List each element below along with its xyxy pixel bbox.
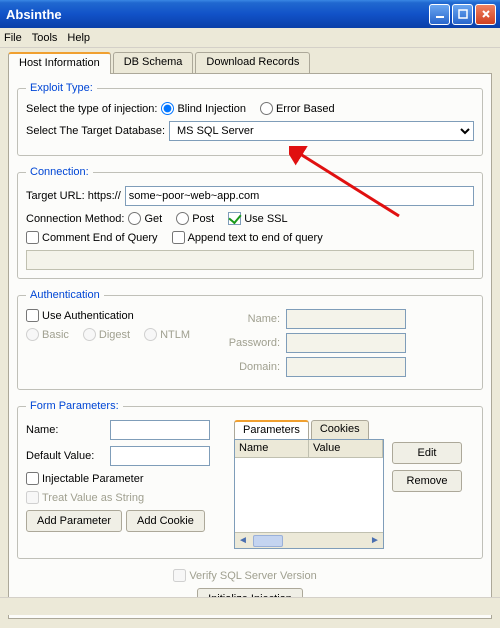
connection-method-label: Connection Method:	[26, 213, 124, 225]
scroll-right-icon[interactable]: ►	[367, 534, 383, 548]
edit-button[interactable]: Edit	[392, 442, 462, 464]
minimize-button[interactable]	[429, 4, 450, 25]
auth-name-label: Name:	[220, 313, 280, 325]
scroll-thumb[interactable]	[253, 535, 283, 547]
query-text-area[interactable]	[26, 250, 474, 270]
fp-default-label: Default Value:	[26, 450, 106, 462]
target-url-label: Target URL: https://	[26, 190, 121, 202]
col-name[interactable]: Name	[235, 440, 309, 457]
col-value[interactable]: Value	[309, 440, 383, 457]
exploit-legend: Exploit Type:	[26, 82, 97, 94]
error-based-radio[interactable]: Error Based	[260, 102, 335, 115]
menu-file[interactable]: File	[4, 32, 22, 44]
maximize-button[interactable]	[452, 4, 473, 25]
parameters-listview[interactable]: Name Value ◄ ►	[234, 439, 384, 549]
auth-name-input	[286, 309, 406, 329]
injectable-checkbox[interactable]: Injectable Parameter	[26, 472, 144, 485]
blind-injection-radio[interactable]: Blind Injection	[161, 102, 246, 115]
menubar: File Tools Help	[0, 28, 500, 48]
tab-db-schema[interactable]: DB Schema	[113, 52, 194, 74]
target-db-label: Select The Target Database:	[26, 125, 165, 137]
fp-legend: Form Parameters:	[26, 400, 123, 412]
tab-panel: Exploit Type: Select the type of injecti…	[8, 73, 492, 619]
close-button[interactable]	[475, 4, 496, 25]
use-auth-checkbox[interactable]: Use Authentication	[26, 309, 134, 322]
target-database-select[interactable]: MS SQL Server	[169, 121, 474, 141]
statusbar	[0, 597, 500, 615]
tab-host-information[interactable]: Host Information	[8, 52, 111, 74]
auth-domain-input	[286, 357, 406, 377]
form-parameters-group: Form Parameters: Name: Default Value: In…	[17, 400, 483, 559]
treat-string-checkbox: Treat Value as String	[26, 491, 144, 504]
ntlm-radio: NTLM	[144, 328, 190, 341]
auth-legend: Authentication	[26, 289, 104, 301]
injection-type-label: Select the type of injection:	[26, 103, 157, 115]
add-parameter-button[interactable]: Add Parameter	[26, 510, 122, 532]
get-radio[interactable]: Get	[128, 212, 162, 225]
connection-legend: Connection:	[26, 166, 93, 178]
append-text-checkbox[interactable]: Append text to end of query	[172, 231, 323, 244]
auth-password-input	[286, 333, 406, 353]
auth-password-label: Password:	[220, 337, 280, 349]
authentication-group: Authentication Use Authentication Basic …	[17, 289, 483, 390]
exploit-type-group: Exploit Type: Select the type of injecti…	[17, 82, 483, 156]
tab-download-records[interactable]: Download Records	[195, 52, 310, 74]
use-ssl-checkbox[interactable]: Use SSL	[228, 212, 287, 225]
tab-cookies[interactable]: Cookies	[311, 420, 369, 440]
post-radio[interactable]: Post	[176, 212, 214, 225]
menu-tools[interactable]: Tools	[32, 32, 58, 44]
titlebar: Absinthe	[0, 0, 500, 28]
add-cookie-button[interactable]: Add Cookie	[126, 510, 205, 532]
scroll-left-icon[interactable]: ◄	[235, 534, 251, 548]
basic-radio: Basic	[26, 328, 69, 341]
auth-domain-label: Domain:	[220, 361, 280, 373]
comment-eoq-checkbox[interactable]: Comment End of Query	[26, 231, 158, 244]
app-title: Absinthe	[6, 7, 62, 22]
tab-parameters[interactable]: Parameters	[234, 420, 309, 440]
menu-help[interactable]: Help	[67, 32, 90, 44]
target-url-input[interactable]	[125, 186, 474, 206]
remove-button[interactable]: Remove	[392, 470, 462, 492]
main-tabs: Host Information DB Schema Download Reco…	[8, 52, 492, 74]
connection-group: Connection: Target URL: https:// Connect…	[17, 166, 483, 279]
verify-version-checkbox: Verify SQL Server Version	[173, 569, 316, 582]
digest-radio: Digest	[83, 328, 130, 341]
horizontal-scrollbar[interactable]: ◄ ►	[235, 532, 383, 548]
fp-name-input[interactable]	[110, 420, 210, 440]
fp-name-label: Name:	[26, 424, 106, 436]
check-icon	[228, 212, 241, 225]
fp-default-input[interactable]	[110, 446, 210, 466]
